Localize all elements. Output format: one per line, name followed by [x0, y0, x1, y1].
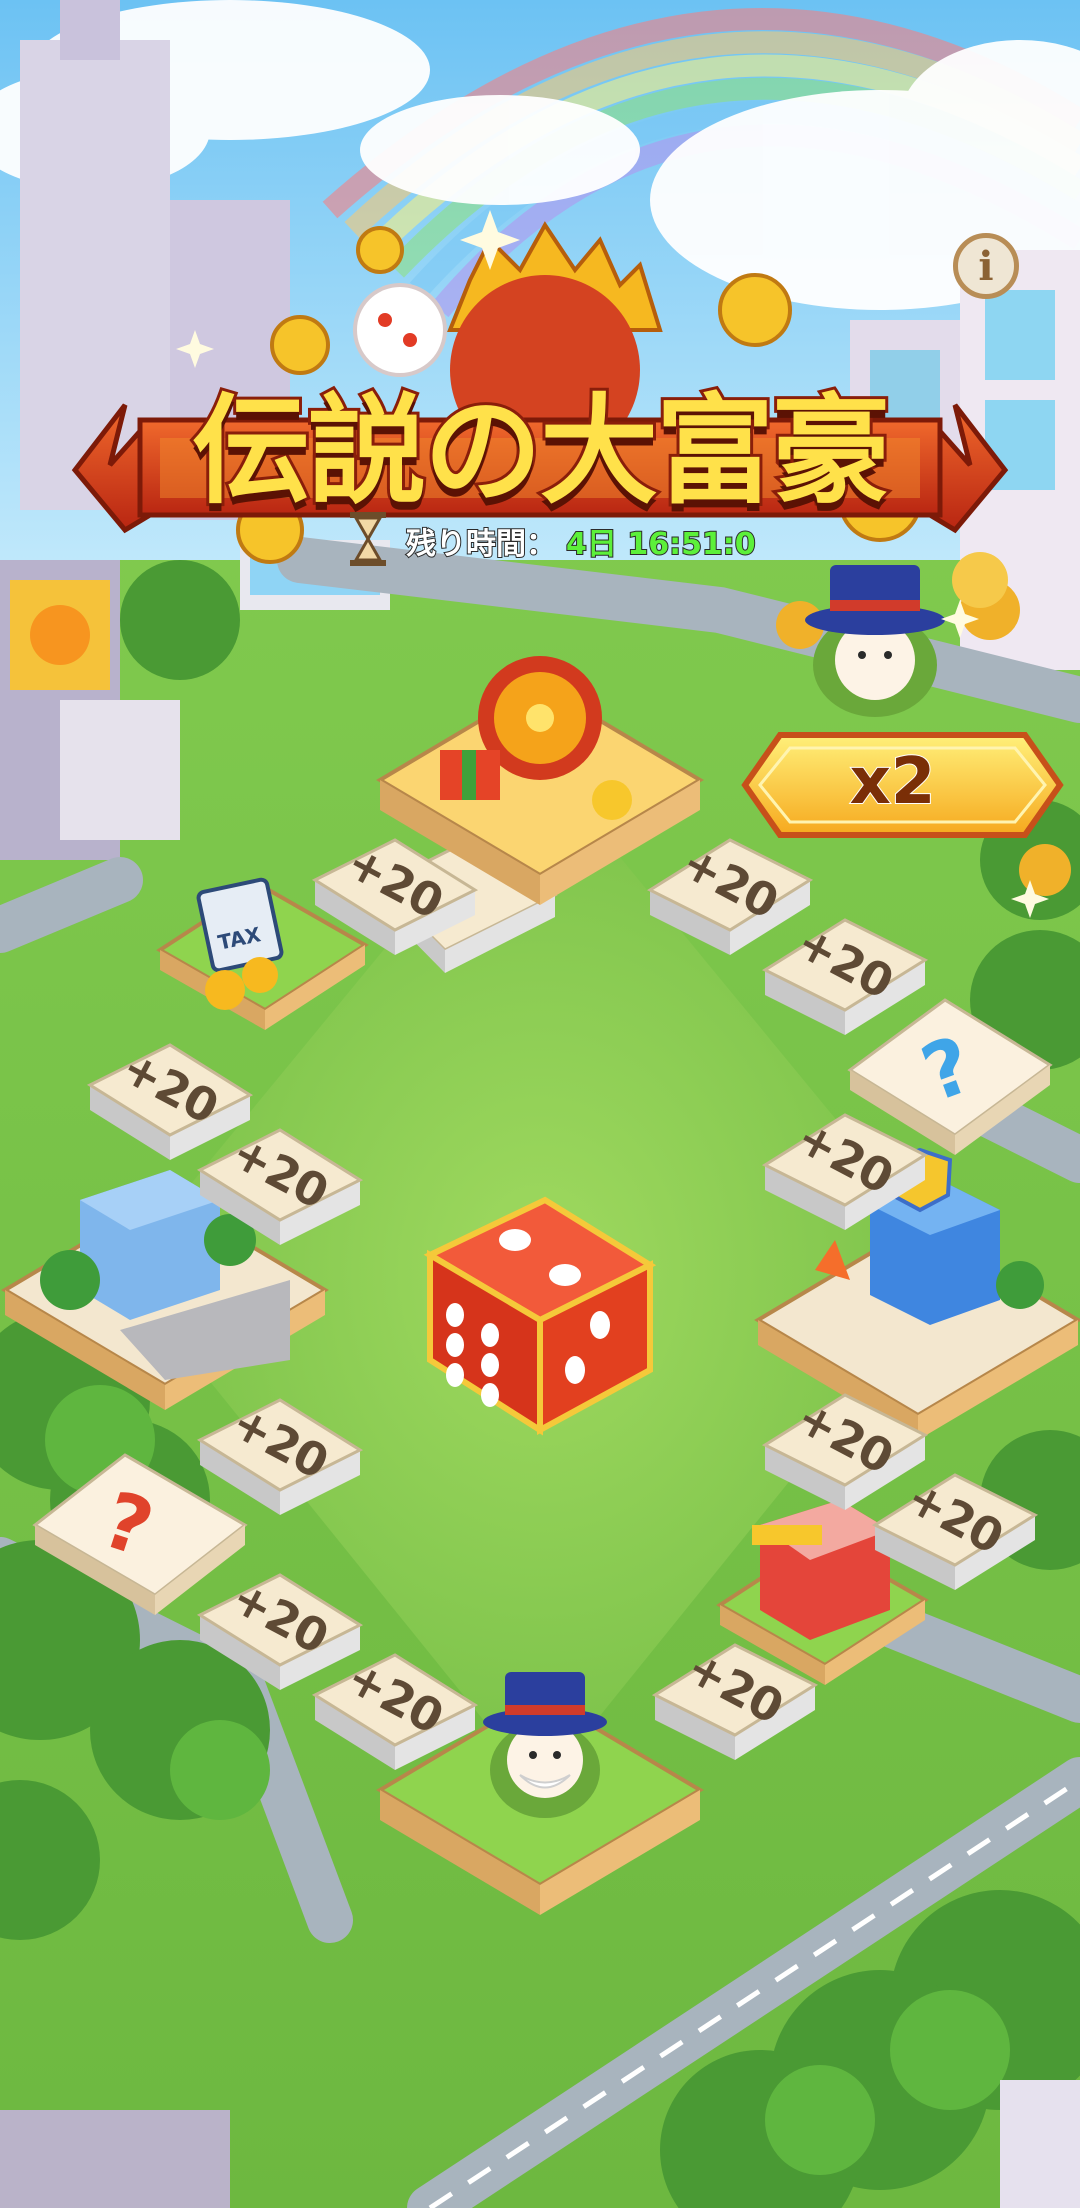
event-title: 伝説の大富豪 — [189, 379, 893, 523]
timer-value: 4日 16:51:0 — [565, 526, 757, 563]
timer-label: 残り時間： — [405, 526, 557, 563]
info-icon: i — [978, 242, 994, 290]
event-timer: 残り時間： 4日 16:51:0 — [360, 518, 757, 564]
roll-dice-button[interactable] — [425, 1195, 660, 1440]
multiplier-badge[interactable]: x2 — [725, 744, 1060, 820]
info-button[interactable]: i — [953, 233, 1019, 299]
